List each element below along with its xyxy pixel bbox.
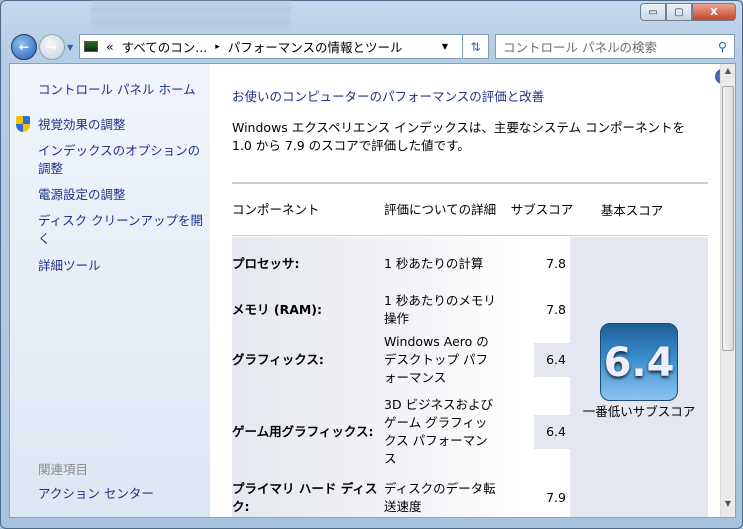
content-area: コントロール パネル ホーム 視覚効果の調整 インデックスのオプションの調整 電… — [9, 63, 736, 518]
header-base-score: 基本スコア — [600, 203, 664, 218]
breadcrumb-performance[interactable]: パフォーマンスの情報とツール — [228, 37, 403, 56]
sidebar-visual-effects[interactable]: 視覚効果の調整 — [38, 116, 206, 134]
window-controls: ▭ ▢ X — [640, 3, 736, 21]
sidebar-advanced-tools[interactable]: 詳細ツール — [38, 257, 206, 275]
subscore: 7.8 — [546, 255, 566, 271]
base-score-column: 6.4 一番低いサブスコア — [570, 237, 708, 517]
sidebar-indexing-options[interactable]: インデックスのオプションの調整 — [38, 142, 206, 178]
header-component: コンポーネント — [232, 201, 320, 217]
component-detail: 3D ビジネスおよびゲーム グラフィックス パフォーマンス — [384, 396, 494, 466]
recent-pages-dropdown[interactable]: ▼ — [67, 43, 73, 52]
score-table: コンポーネント 評価についての詳細 サブスコア 基本スコア プロセッサ: 1 秒… — [232, 182, 708, 517]
subscore: 7.8 — [546, 302, 566, 317]
scroll-up-icon[interactable]: ▲ — [721, 66, 735, 82]
subscore-lowest: 6.4 — [534, 343, 570, 377]
navigation-buttons: ← → ▼ — [11, 34, 73, 60]
component-name: メモリ (RAM): — [232, 302, 323, 317]
base-score-label: 一番低いサブスコア — [582, 404, 696, 419]
vertical-scrollbar[interactable]: ▲ ▼ — [720, 64, 735, 517]
table-header: コンポーネント 評価についての詳細 サブスコア 基本スコア — [232, 184, 708, 236]
back-button[interactable]: ← — [11, 34, 37, 60]
component-name: ゲーム用グラフィックス: — [232, 423, 374, 439]
address-dropdown-icon[interactable]: ▼ — [442, 42, 448, 51]
component-name: プロセッサ: — [232, 255, 300, 271]
component-detail: Windows Aero のデスクトップ パフォーマンス — [384, 334, 489, 385]
breadcrumb-all-control-panel[interactable]: すべてのコン... — [122, 37, 208, 56]
component-detail: ディスクのデータ転送速度 — [384, 481, 496, 514]
related-heading: 関連項目 — [38, 462, 89, 477]
control-panel-icon — [84, 41, 98, 52]
window-frame: ▭ ▢ X ← → ▼ « すべてのコン... ▸ パフォーマンスの情報とツール… — [0, 0, 743, 529]
base-score-badge: 6.4 — [600, 323, 678, 401]
page-title: お使いのコンピューターのパフォーマンスの評価と改善 — [232, 89, 545, 104]
search-icon[interactable]: ⚲ — [718, 39, 727, 54]
sidebar-power-settings[interactable]: 電源設定の調整 — [38, 186, 206, 204]
breadcrumb-overflow[interactable]: « — [106, 39, 114, 54]
subscore: 7.9 — [546, 490, 566, 505]
component-detail: 1 秒あたりの計算 — [384, 255, 484, 271]
maximize-button[interactable]: ▢ — [666, 3, 692, 21]
scroll-down-icon[interactable]: ▼ — [721, 499, 735, 515]
page-description: Windows エクスペリエンス インデックスは、主要なシステム コンポーネント… — [232, 120, 685, 153]
search-placeholder: コントロール パネルの検索 — [503, 40, 657, 55]
forward-button[interactable]: → — [39, 34, 65, 60]
subscore-lowest: 6.4 — [534, 414, 570, 449]
background-window — [91, 1, 291, 31]
sidebar: コントロール パネル ホーム 視覚効果の調整 インデックスのオプションの調整 電… — [10, 64, 210, 517]
component-detail: 1 秒あたりのメモリ操作 — [384, 293, 496, 326]
header-subscore: サブスコア — [510, 201, 574, 217]
address-bar[interactable]: « すべてのコン... ▸ パフォーマンスの情報とツール ▼ — [79, 34, 463, 59]
main-panel: ? お使いのコンピューターのパフォーマンスの評価と改善 Windows エクスペ… — [210, 64, 730, 517]
close-button[interactable]: X — [692, 3, 736, 21]
scrollbar-thumb[interactable] — [722, 86, 734, 351]
sidebar-disk-cleanup[interactable]: ディスク クリーンアップを開く — [38, 212, 206, 248]
breadcrumb-separator[interactable]: ▸ — [215, 42, 220, 52]
header-detail: 評価についての詳細 — [384, 201, 497, 217]
uac-shield-icon — [16, 116, 30, 132]
refresh-button[interactable]: ⇅ — [463, 34, 489, 59]
component-name: プライマリ ハード ディスク: — [232, 481, 378, 514]
table-body: プロセッサ: 1 秒あたりの計算 7.8 メモリ (RAM): 1 秒あたりのメ… — [232, 237, 708, 517]
sidebar-control-panel-home[interactable]: コントロール パネル ホーム — [38, 81, 206, 99]
sidebar-action-center[interactable]: アクション センター — [38, 485, 206, 503]
minimize-button[interactable]: ▭ — [640, 3, 666, 21]
component-name: グラフィックス: — [232, 352, 324, 367]
search-input[interactable]: コントロール パネルの検索 ⚲ — [495, 34, 735, 59]
